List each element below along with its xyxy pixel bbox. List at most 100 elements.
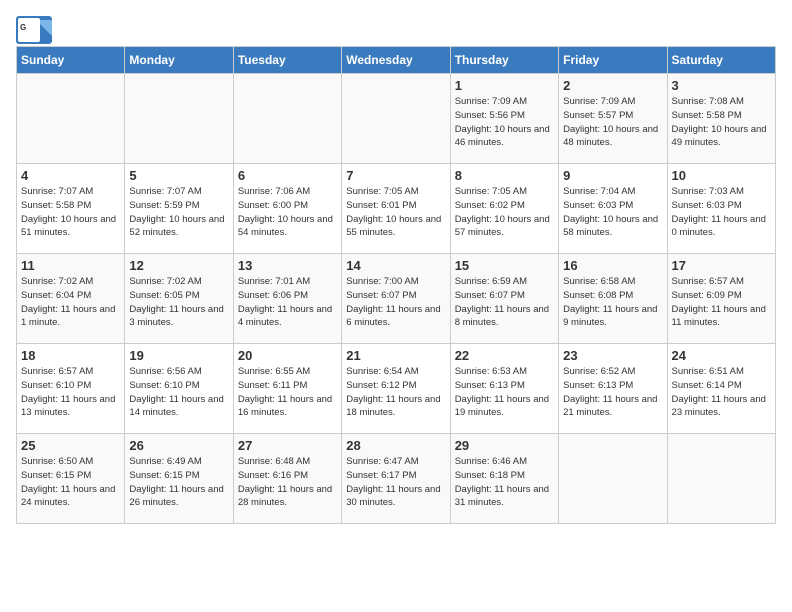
day-number: 23 <box>563 348 662 363</box>
calendar-cell: 26Sunrise: 6:49 AM Sunset: 6:15 PM Dayli… <box>125 434 233 524</box>
day-number: 7 <box>346 168 445 183</box>
day-info: Sunrise: 7:05 AM Sunset: 6:02 PM Dayligh… <box>455 185 554 240</box>
day-number: 19 <box>129 348 228 363</box>
svg-text:G: G <box>20 23 26 32</box>
day-number: 28 <box>346 438 445 453</box>
day-number: 1 <box>455 78 554 93</box>
calendar-cell: 5 Sunrise: 7:07 AM Sunset: 5:59 PM Daylig… <box>125 164 233 254</box>
column-header-friday: Friday <box>559 47 667 74</box>
calendar-cell <box>125 74 233 164</box>
calendar-cell: 16 Sunrise: 6:58 AM Sunset: 6:08 PM Dayli… <box>559 254 667 344</box>
column-header-wednesday: Wednesday <box>342 47 450 74</box>
calendar-cell: 8 Sunrise: 7:05 AM Sunset: 6:02 PM Daylig… <box>450 164 558 254</box>
day-number: 16 <box>563 258 662 273</box>
day-info: Sunrise: 6:47 AM Sunset: 6:17 PM Dayligh… <box>346 455 445 510</box>
day-info: Sunrise: 7:05 AM Sunset: 6:01 PM Dayligh… <box>346 185 445 240</box>
calendar-cell <box>559 434 667 524</box>
day-number: 8 <box>455 168 554 183</box>
calendar-cell: 7 Sunrise: 7:05 AM Sunset: 6:01 PM Daylig… <box>342 164 450 254</box>
calendar-week-row: 1 Sunrise: 7:09 AM Sunset: 5:56 PM Daylig… <box>17 74 776 164</box>
day-info: Sunrise: 7:04 AM Sunset: 6:03 PM Dayligh… <box>563 185 662 240</box>
day-number: 13 <box>238 258 337 273</box>
calendar-cell: 24 Sunrise: 6:51 AM Sunset: 6:14 PM Dayli… <box>667 344 775 434</box>
day-number: 17 <box>672 258 771 273</box>
calendar-cell: 6 Sunrise: 7:06 AM Sunset: 6:00 PM Daylig… <box>233 164 341 254</box>
calendar-cell <box>233 74 341 164</box>
calendar-cell: 17 Sunrise: 6:57 AM Sunset: 6:09 PM Dayli… <box>667 254 775 344</box>
calendar-cell <box>17 74 125 164</box>
calendar-table: SundayMondayTuesdayWednesdayThursdayFrid… <box>16 46 776 524</box>
calendar-cell <box>667 434 775 524</box>
calendar-cell: 11Sunrise: 7:02 AM Sunset: 6:04 PM Dayli… <box>17 254 125 344</box>
day-info: Sunrise: 7:01 AM Sunset: 6:06 PM Dayligh… <box>238 275 337 330</box>
calendar-header-row: SundayMondayTuesdayWednesdayThursdayFrid… <box>17 47 776 74</box>
day-info: Sunrise: 7:06 AM Sunset: 6:00 PM Dayligh… <box>238 185 337 240</box>
calendar-cell: 9Sunrise: 7:04 AM Sunset: 6:03 PM Daylig… <box>559 164 667 254</box>
calendar-cell: 12 Sunrise: 7:02 AM Sunset: 6:05 PM Dayli… <box>125 254 233 344</box>
day-info: Sunrise: 7:09 AM Sunset: 5:56 PM Dayligh… <box>455 95 554 150</box>
day-info: Sunrise: 7:09 AM Sunset: 5:57 PM Dayligh… <box>563 95 662 150</box>
day-info: Sunrise: 6:46 AM Sunset: 6:18 PM Dayligh… <box>455 455 554 510</box>
logo: G <box>16 16 48 38</box>
day-info: Sunrise: 6:50 AM Sunset: 6:15 PM Dayligh… <box>21 455 120 510</box>
day-number: 24 <box>672 348 771 363</box>
day-number: 25 <box>21 438 120 453</box>
calendar-cell: 3 Sunrise: 7:08 AM Sunset: 5:58 PM Daylig… <box>667 74 775 164</box>
calendar-cell: 2 Sunrise: 7:09 AM Sunset: 5:57 PM Daylig… <box>559 74 667 164</box>
day-number: 22 <box>455 348 554 363</box>
day-info: Sunrise: 6:51 AM Sunset: 6:14 PM Dayligh… <box>672 365 771 420</box>
day-info: Sunrise: 7:02 AM Sunset: 6:05 PM Dayligh… <box>129 275 228 330</box>
column-header-monday: Monday <box>125 47 233 74</box>
calendar-cell: 13 Sunrise: 7:01 AM Sunset: 6:06 PM Dayli… <box>233 254 341 344</box>
column-header-saturday: Saturday <box>667 47 775 74</box>
logo-icon: G <box>16 16 44 38</box>
calendar-week-row: 25 Sunrise: 6:50 AM Sunset: 6:15 PM Dayli… <box>17 434 776 524</box>
day-number: 14 <box>346 258 445 273</box>
calendar-cell: 4Sunrise: 7:07 AM Sunset: 5:58 PM Daylig… <box>17 164 125 254</box>
day-number: 5 <box>129 168 228 183</box>
calendar-cell: 15 Sunrise: 6:59 AM Sunset: 6:07 PM Dayli… <box>450 254 558 344</box>
calendar-cell: 14Sunrise: 7:00 AM Sunset: 6:07 PM Dayli… <box>342 254 450 344</box>
calendar-week-row: 18Sunrise: 6:57 AM Sunset: 6:10 PM Dayli… <box>17 344 776 434</box>
calendar-body: 1 Sunrise: 7:09 AM Sunset: 5:56 PM Daylig… <box>17 74 776 524</box>
day-number: 3 <box>672 78 771 93</box>
day-info: Sunrise: 6:59 AM Sunset: 6:07 PM Dayligh… <box>455 275 554 330</box>
day-info: Sunrise: 7:07 AM Sunset: 5:59 PM Dayligh… <box>129 185 228 240</box>
calendar-cell: 10Sunrise: 7:03 AM Sunset: 6:03 PM Dayli… <box>667 164 775 254</box>
day-info: Sunrise: 6:54 AM Sunset: 6:12 PM Dayligh… <box>346 365 445 420</box>
day-info: Sunrise: 6:58 AM Sunset: 6:08 PM Dayligh… <box>563 275 662 330</box>
calendar-cell: 19 Sunrise: 6:56 AM Sunset: 6:10 PM Dayli… <box>125 344 233 434</box>
day-number: 11 <box>21 258 120 273</box>
day-number: 6 <box>238 168 337 183</box>
day-number: 21 <box>346 348 445 363</box>
day-number: 10 <box>672 168 771 183</box>
calendar-cell: 1 Sunrise: 7:09 AM Sunset: 5:56 PM Daylig… <box>450 74 558 164</box>
day-number: 2 <box>563 78 662 93</box>
day-number: 27 <box>238 438 337 453</box>
column-header-thursday: Thursday <box>450 47 558 74</box>
day-info: Sunrise: 6:48 AM Sunset: 6:16 PM Dayligh… <box>238 455 337 510</box>
calendar-cell: 25 Sunrise: 6:50 AM Sunset: 6:15 PM Dayli… <box>17 434 125 524</box>
calendar-cell <box>342 74 450 164</box>
day-number: 4 <box>21 168 120 183</box>
calendar-cell: 22 Sunrise: 6:53 AM Sunset: 6:13 PM Dayli… <box>450 344 558 434</box>
calendar-cell: 29 Sunrise: 6:46 AM Sunset: 6:18 PM Dayli… <box>450 434 558 524</box>
day-number: 12 <box>129 258 228 273</box>
column-header-sunday: Sunday <box>17 47 125 74</box>
calendar-week-row: 11Sunrise: 7:02 AM Sunset: 6:04 PM Dayli… <box>17 254 776 344</box>
page-header: G <box>16 16 776 38</box>
day-number: 18 <box>21 348 120 363</box>
calendar-cell: 23Sunrise: 6:52 AM Sunset: 6:13 PM Dayli… <box>559 344 667 434</box>
calendar-week-row: 4Sunrise: 7:07 AM Sunset: 5:58 PM Daylig… <box>17 164 776 254</box>
column-header-tuesday: Tuesday <box>233 47 341 74</box>
calendar-cell: 21 Sunrise: 6:54 AM Sunset: 6:12 PM Dayli… <box>342 344 450 434</box>
day-info: Sunrise: 6:56 AM Sunset: 6:10 PM Dayligh… <box>129 365 228 420</box>
day-number: 26 <box>129 438 228 453</box>
day-info: Sunrise: 6:55 AM Sunset: 6:11 PM Dayligh… <box>238 365 337 420</box>
day-info: Sunrise: 6:57 AM Sunset: 6:09 PM Dayligh… <box>672 275 771 330</box>
day-number: 15 <box>455 258 554 273</box>
calendar-cell: 28 Sunrise: 6:47 AM Sunset: 6:17 PM Dayli… <box>342 434 450 524</box>
day-number: 29 <box>455 438 554 453</box>
day-info: Sunrise: 7:08 AM Sunset: 5:58 PM Dayligh… <box>672 95 771 150</box>
day-info: Sunrise: 6:53 AM Sunset: 6:13 PM Dayligh… <box>455 365 554 420</box>
